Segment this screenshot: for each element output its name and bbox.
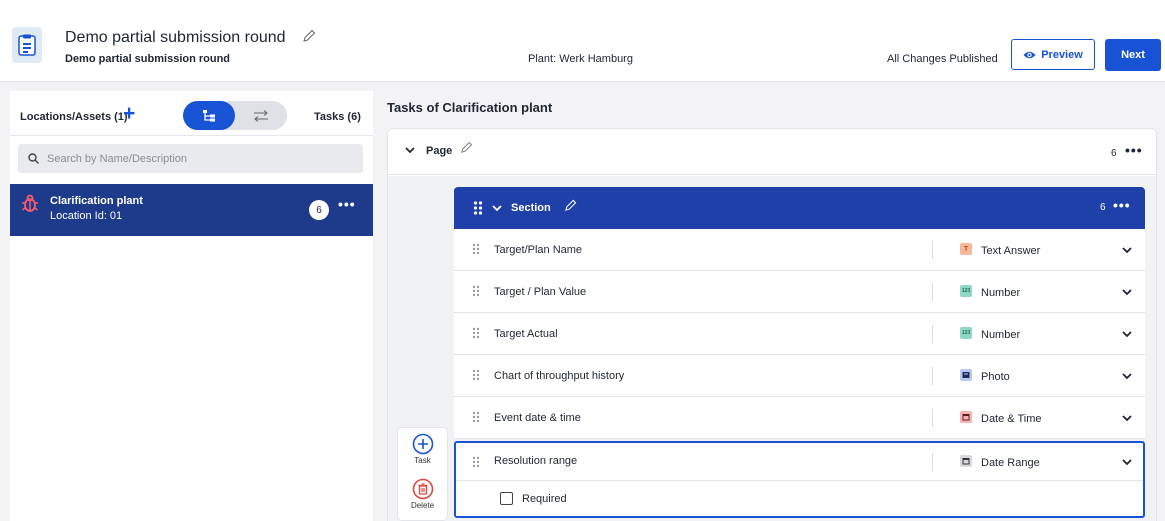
page-header[interactable]: Page 6 •••	[388, 129, 1156, 175]
divider	[932, 283, 933, 301]
question-type: Date Range	[981, 457, 1040, 469]
chevron-down-icon[interactable]	[1121, 244, 1133, 256]
question-type: Date & Time	[981, 413, 1042, 425]
chevron-down-icon[interactable]	[1121, 370, 1133, 382]
drag-handle-icon[interactable]	[472, 456, 480, 468]
swap-icon	[254, 109, 268, 122]
add-task-button[interactable]: Task	[398, 433, 447, 465]
search-bar	[18, 144, 363, 173]
question-text: Target / Plan Value	[494, 286, 587, 298]
add-location-plus-icon[interactable]: +	[123, 103, 135, 124]
drag-handle-icon[interactable]	[472, 243, 480, 255]
section-more-icon[interactable]: •••	[1113, 197, 1131, 213]
preview-label: Preview	[1041, 48, 1083, 61]
question-type: Photo	[981, 371, 1010, 383]
preview-button[interactable]: Preview	[1011, 39, 1095, 70]
page-question-count: 6	[1111, 148, 1117, 159]
question-text: Target/Plan Name	[494, 244, 583, 256]
publish-status: All Changes Published	[887, 53, 998, 65]
drag-handle-icon[interactable]	[472, 411, 480, 423]
eye-icon	[1023, 51, 1036, 58]
page-label: Page	[426, 145, 453, 157]
section-header[interactable]: Section 6 •••	[454, 187, 1145, 229]
drag-handle-icon[interactable]	[472, 285, 480, 297]
divider	[932, 367, 933, 385]
tasks-title: Tasks of Clarification plant	[387, 100, 553, 115]
location-bug-icon	[21, 194, 39, 219]
question-type: Number	[981, 329, 1021, 341]
question-row[interactable]: Chart of throughput history Photo	[454, 355, 1145, 397]
divider	[10, 135, 373, 136]
required-checkbox[interactable]	[500, 492, 513, 505]
question-row[interactable]: Target/Plan Name T Text Answer	[454, 229, 1145, 271]
locations-panel: Locations/Assets (1) + Tasks (6) Search …	[10, 91, 373, 521]
active-question-card[interactable]: Date Range Required	[454, 441, 1145, 518]
question-tools: Task Delete	[397, 427, 448, 521]
question-row[interactable]: Target / Plan Value 123 Number	[454, 271, 1145, 313]
page-card: Page 6 ••• Section 6 ••• Target/Plan Nam	[387, 128, 1157, 521]
location-more-icon[interactable]: •••	[338, 196, 356, 212]
divider	[932, 409, 933, 427]
section-question-count: 6	[1100, 202, 1106, 213]
required-label: Required	[522, 493, 567, 505]
calendar-icon	[960, 455, 972, 467]
round-title: Demo partial submission round	[65, 29, 286, 46]
next-button[interactable]: Next	[1105, 39, 1161, 71]
drag-handle-icon[interactable]	[472, 369, 480, 381]
question-text: Target Actual	[494, 328, 558, 340]
chevron-down-icon[interactable]	[1121, 328, 1133, 340]
tree-view-toggle[interactable]	[183, 101, 235, 130]
drag-handle-icon[interactable]	[472, 327, 480, 339]
question-text: Chart of throughput history	[494, 370, 625, 382]
plant-info: Plant: Werk Hamburg	[528, 53, 633, 65]
list-view-toggle[interactable]	[235, 101, 287, 130]
calendar-icon	[960, 411, 972, 423]
round-subtitle: Demo partial submission round	[65, 53, 231, 65]
search-input[interactable]	[47, 152, 347, 165]
text-answer-icon: T	[960, 243, 972, 255]
edit-page-pencil-icon[interactable]	[460, 141, 473, 159]
question-type: Number	[981, 287, 1021, 299]
number-icon: 123	[960, 327, 972, 339]
question-row[interactable]: Date Range	[456, 443, 1143, 481]
chevron-down-icon[interactable]	[404, 144, 416, 156]
view-toggle	[183, 101, 287, 130]
add-circle-icon	[412, 433, 433, 455]
trash-icon	[412, 478, 433, 500]
chevron-down-icon[interactable]	[1121, 286, 1133, 298]
question-row[interactable]: Target Actual 123 Number	[454, 313, 1145, 355]
location-name: Clarification plant	[50, 195, 143, 207]
divider	[932, 325, 933, 343]
delete-label: Delete	[410, 501, 435, 510]
drag-handle-icon[interactable]	[473, 200, 483, 216]
checklist-app-icon	[12, 27, 42, 63]
chevron-down-icon[interactable]	[1121, 412, 1133, 424]
location-item-clarification-plant[interactable]: Clarification plant Location Id: 01 6 ••…	[10, 184, 373, 236]
delete-button[interactable]: Delete	[398, 478, 447, 510]
question-text: Event date & time	[494, 412, 581, 424]
tasks-count: Tasks (6)	[314, 111, 361, 123]
top-header: Demo partial submission round Demo parti…	[0, 0, 1165, 82]
question-type: Text Answer	[981, 245, 1041, 257]
add-task-label: Task	[414, 456, 431, 465]
page-more-icon[interactable]: •••	[1125, 142, 1143, 158]
plant-value: Werk Hamburg	[559, 53, 633, 65]
edit-title-pencil-icon[interactable]	[302, 29, 316, 48]
hierarchy-icon	[203, 109, 215, 121]
question-row[interactable]: Event date & time Date & Time	[454, 397, 1145, 439]
divider	[932, 241, 933, 259]
chevron-down-icon[interactable]	[1121, 456, 1133, 468]
divider	[932, 453, 933, 471]
locations-title: Locations/Assets (1)	[20, 111, 128, 123]
photo-icon	[960, 369, 972, 381]
edit-section-pencil-icon[interactable]	[564, 199, 577, 217]
question-text-input[interactable]	[494, 455, 794, 467]
search-icon	[28, 153, 39, 164]
location-task-count-badge: 6	[309, 200, 329, 220]
section-label: Section	[511, 202, 551, 214]
location-id: Location Id: 01	[50, 210, 123, 222]
chevron-down-icon[interactable]	[491, 202, 503, 214]
plant-label: Plant:	[528, 53, 557, 65]
number-icon: 123	[960, 285, 972, 297]
